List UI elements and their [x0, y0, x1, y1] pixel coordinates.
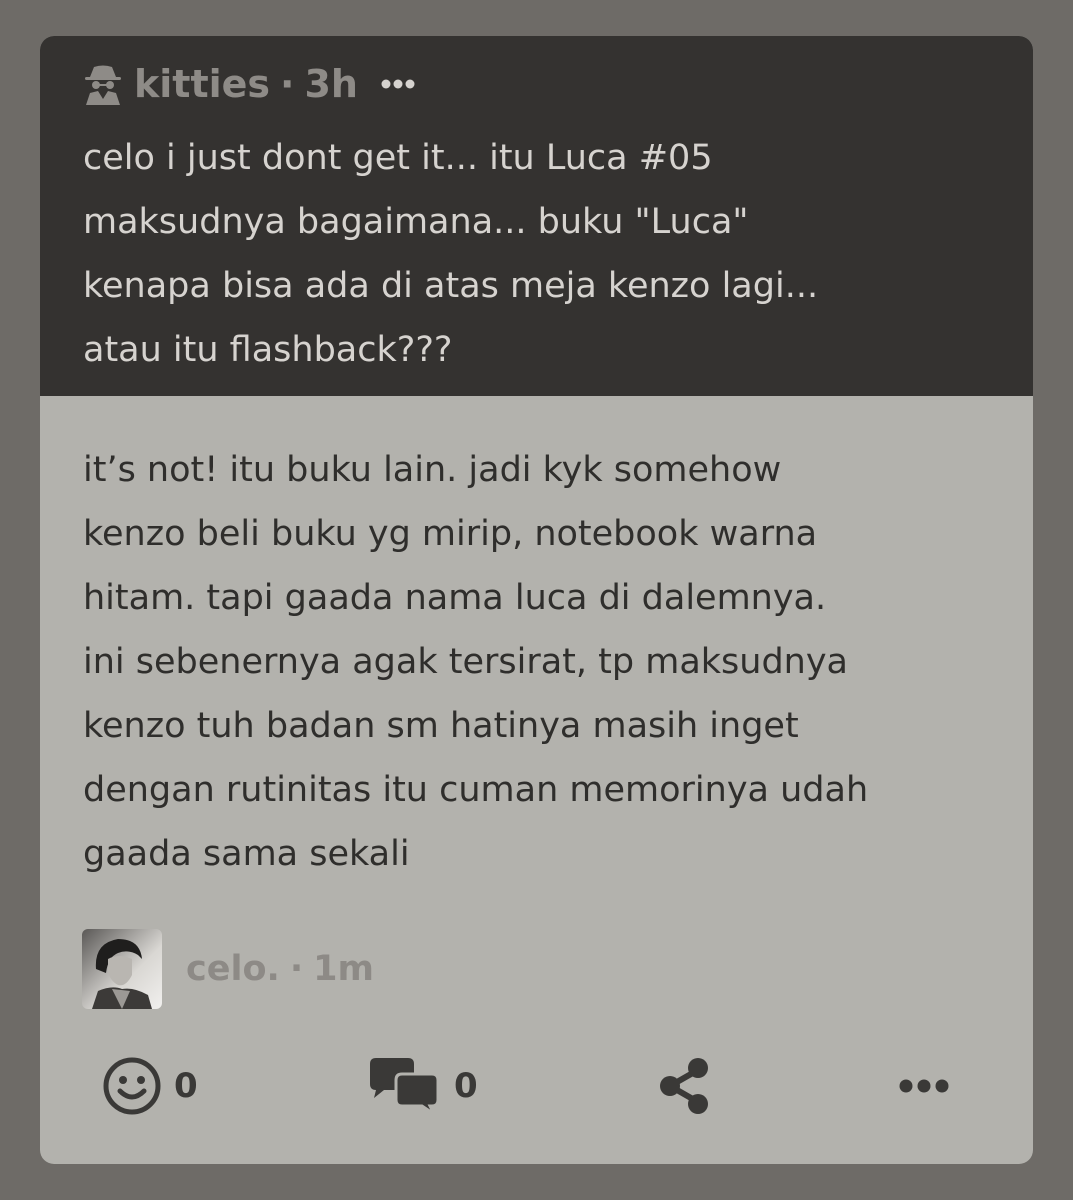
question-text: celo i just dont get it... itu Luca #05 …: [83, 138, 819, 370]
speech-bubbles-icon: [370, 1058, 440, 1116]
question-author[interactable]: kitties: [134, 62, 270, 106]
share-icon: [660, 1058, 708, 1114]
like-count: 0: [174, 1066, 198, 1106]
more-horizontal-icon[interactable]: [380, 78, 416, 90]
avatar-image: [82, 929, 162, 1009]
like-button[interactable]: 0: [102, 1056, 198, 1116]
share-button[interactable]: [656, 1056, 712, 1116]
answer-separator: ·: [289, 949, 304, 989]
answer-text: it’s not! itu buku lain. jadi kyk someho…: [83, 450, 869, 874]
avatar[interactable]: [82, 929, 162, 1009]
post-card: kitties · 3h celo i just dont get it... …: [40, 36, 1033, 1164]
more-options-button[interactable]: [898, 1056, 950, 1116]
question-header: kitties · 3h: [82, 62, 416, 106]
question-separator: ·: [280, 62, 295, 106]
answer-author[interactable]: celo. · 1m: [82, 929, 374, 1009]
spy-icon: [85, 65, 121, 105]
comment-button[interactable]: 0: [366, 1056, 478, 1116]
question-time: 3h: [304, 62, 358, 106]
more-horizontal-icon: [899, 1079, 949, 1093]
question-section: kitties · 3h celo i just dont get it... …: [40, 36, 1033, 396]
action-bar: 0 0: [40, 1046, 1033, 1126]
answer-time: 1m: [313, 949, 374, 989]
smiley-icon: [103, 1057, 161, 1115]
answer-author-name[interactable]: celo.: [186, 949, 280, 989]
comment-count: 0: [454, 1066, 478, 1106]
